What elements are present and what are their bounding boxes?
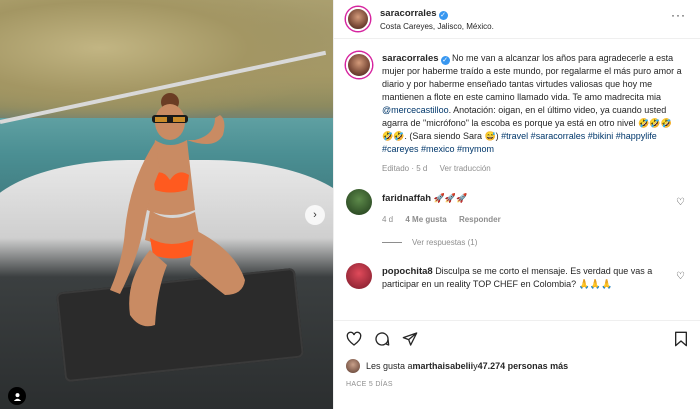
caption-row: saracorrales ✓ No me van a alcanzar los a… bbox=[346, 52, 689, 175]
comment-row: faridnaffah 🚀🚀🚀 4 d 4 Me gusta Responder… bbox=[346, 189, 689, 226]
post-actions: Les gusta a marthaisabelii y 47.274 pers… bbox=[334, 320, 700, 409]
comment-row: popochita8 Disculpa se me corto el mensa… bbox=[346, 263, 689, 291]
avatar[interactable] bbox=[346, 359, 360, 373]
comments-list: saracorrales ✓ No me van a alcanzar los a… bbox=[334, 40, 700, 319]
post-photo[interactable]: › bbox=[0, 0, 333, 409]
heart-icon[interactable]: ♡ bbox=[676, 271, 685, 282]
verified-icon: ✓ bbox=[440, 56, 450, 65]
verified-icon: ✓ bbox=[438, 10, 448, 20]
photo-person bbox=[110, 93, 245, 327]
user-tag-icon[interactable] bbox=[8, 387, 26, 405]
view-replies[interactable]: Ver respuestas (1) bbox=[382, 238, 689, 247]
post-username[interactable]: saracorrales bbox=[380, 8, 437, 19]
comment-icon[interactable] bbox=[374, 331, 390, 347]
bookmark-icon[interactable] bbox=[673, 331, 689, 347]
likes-first-user[interactable]: marthaisabelii bbox=[413, 361, 474, 371]
caption-username[interactable]: saracorrales bbox=[382, 53, 439, 64]
reply-button[interactable]: Responder bbox=[459, 215, 501, 224]
chevron-right-icon[interactable]: › bbox=[305, 205, 325, 225]
post-location[interactable]: Costa Careyes, Jalisco, México. bbox=[380, 22, 494, 31]
avatar[interactable] bbox=[346, 263, 372, 289]
comment-age: 4 d bbox=[382, 215, 394, 224]
comment-username[interactable]: popochita8 bbox=[382, 266, 433, 277]
more-icon[interactable]: ··· bbox=[671, 8, 686, 22]
see-translation-link[interactable]: Ver traducción bbox=[440, 164, 491, 173]
post-timestamp: HACE 5 DÍAS bbox=[346, 381, 393, 388]
share-icon[interactable] bbox=[402, 331, 418, 347]
likes-summary: Les gusta a marthaisabelii y 47.274 pers… bbox=[346, 359, 689, 373]
comment-text: 🚀🚀🚀 bbox=[433, 193, 468, 203]
avatar[interactable] bbox=[346, 52, 372, 78]
caption-mention[interactable]: @mercecastilloo bbox=[382, 105, 449, 115]
likes-prefix: Les gusta a bbox=[366, 361, 413, 371]
heart-icon[interactable] bbox=[346, 331, 362, 347]
avatar[interactable] bbox=[346, 7, 370, 31]
caption-edited: Editado · 5 d bbox=[382, 164, 428, 173]
avatar[interactable] bbox=[346, 189, 372, 215]
likes-others[interactable]: 47.274 personas más bbox=[478, 361, 569, 371]
post-sidebar: saracorrales ✓ Costa Careyes, Jalisco, Mé… bbox=[333, 0, 700, 409]
comment-likes[interactable]: 4 Me gusta bbox=[405, 215, 446, 224]
heart-icon[interactable]: ♡ bbox=[676, 197, 685, 208]
comment-username[interactable]: faridnaffah bbox=[382, 193, 431, 204]
post-header: saracorrales ✓ Costa Careyes, Jalisco, Mé… bbox=[334, 0, 700, 39]
